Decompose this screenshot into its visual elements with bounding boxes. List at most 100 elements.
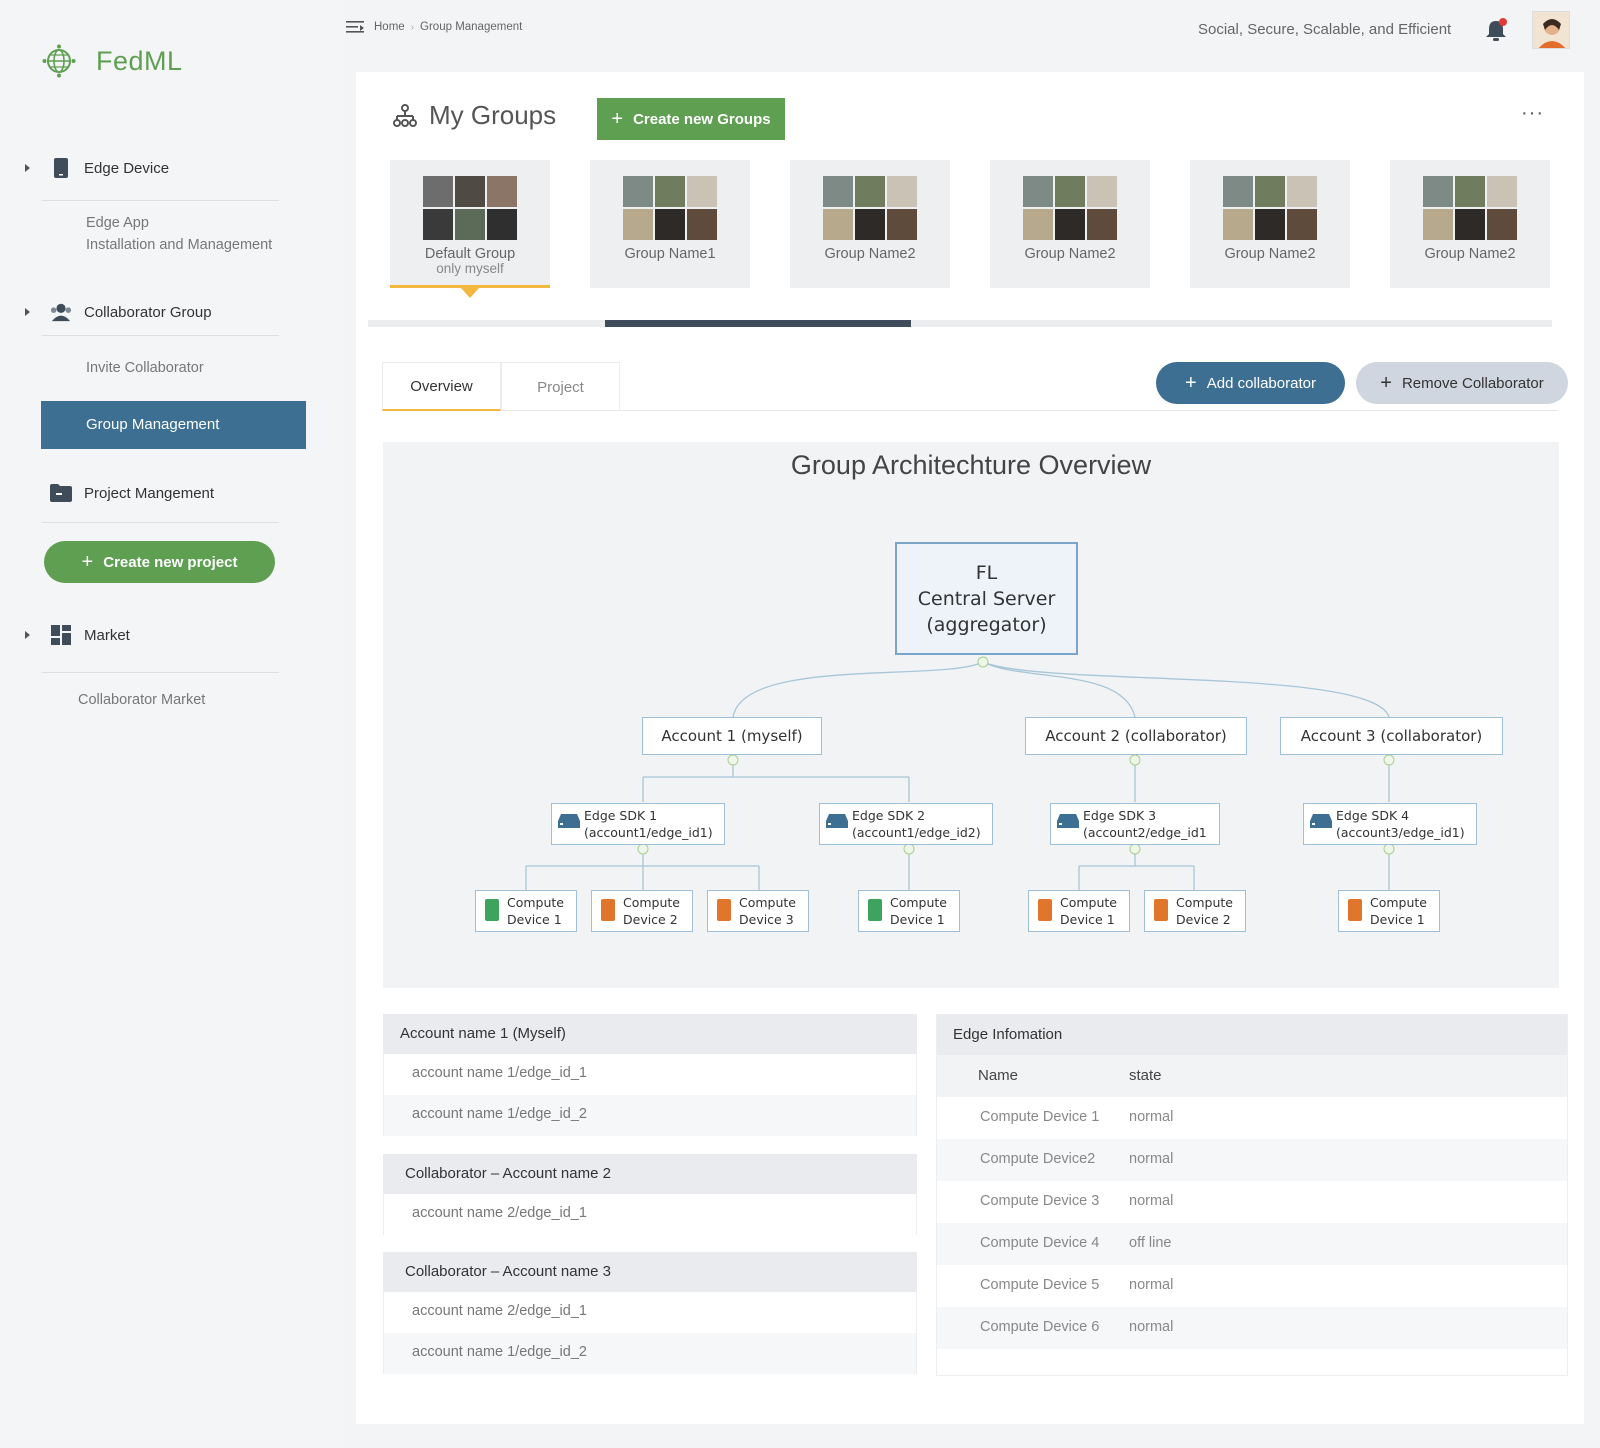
nav-market[interactable]: Market bbox=[25, 624, 130, 646]
group-name: Default Group bbox=[424, 246, 516, 262]
account-node[interactable]: Account 2 (collaborator) bbox=[1025, 717, 1247, 755]
button-label: Create new Groups bbox=[633, 110, 771, 128]
list-item[interactable]: account name 1/edge_id_2 bbox=[383, 1333, 917, 1374]
scrollbar-thumb[interactable] bbox=[605, 320, 911, 327]
breadcrumb-separator-icon: › bbox=[410, 21, 415, 33]
add-collaborator-button[interactable]: + Add collaborator bbox=[1156, 362, 1345, 404]
cell-state: normal bbox=[1129, 1193, 1174, 1209]
tab-overview[interactable]: Overview bbox=[382, 362, 501, 411]
list-item[interactable]: account name 1/edge_id_2 bbox=[383, 1095, 917, 1136]
node-label: Compute bbox=[739, 895, 797, 910]
expand-icon bbox=[25, 164, 30, 172]
menu-toggle-icon[interactable] bbox=[346, 20, 364, 41]
tab-project[interactable]: Project bbox=[501, 362, 620, 411]
nav-item-collaborator-market[interactable]: Collaborator Market bbox=[78, 689, 205, 711]
group-card[interactable]: Group Name2 bbox=[1190, 160, 1350, 288]
node-label: (account3/edge_id1) bbox=[1336, 825, 1465, 840]
list-item[interactable]: account name 2/edge_id_1 bbox=[383, 1292, 917, 1333]
node-label: Compute bbox=[1060, 895, 1118, 910]
group-card[interactable]: Group Name1 bbox=[590, 160, 750, 288]
compute-device-node[interactable]: Compute Device 1 bbox=[858, 890, 960, 932]
node-label: Central Server bbox=[917, 588, 1056, 610]
page-title: My Groups bbox=[429, 100, 557, 130]
app-name: FedML bbox=[96, 45, 183, 76]
horizontal-scrollbar[interactable] bbox=[368, 320, 1552, 327]
bell-icon[interactable] bbox=[1485, 18, 1507, 47]
group-card-default[interactable]: Default Group only myself bbox=[390, 160, 550, 298]
breadcrumb-home[interactable]: Home bbox=[374, 21, 405, 33]
nav-project-management[interactable]: Project Mangement bbox=[50, 482, 214, 504]
node-label: Edge SDK 1 bbox=[584, 808, 658, 823]
remove-collaborator-button[interactable]: + Remove Collaborator bbox=[1356, 362, 1568, 404]
group-card[interactable]: Group Name2 bbox=[990, 160, 1150, 288]
create-project-button[interactable]: + Create new project bbox=[44, 541, 275, 583]
ios-device-icon bbox=[717, 899, 731, 921]
edge-sdk-node[interactable]: Edge SDK 3 (account2/edge_id1 bbox=[1050, 803, 1220, 845]
node-label: (account2/edge_id1 bbox=[1083, 825, 1207, 840]
table-row[interactable]: Compute Device 5 normal bbox=[937, 1265, 1567, 1307]
nav-collaborator-group[interactable]: Collaborator Group bbox=[25, 301, 212, 323]
main-panel: My Groups + Create new Groups ··· Defaul… bbox=[356, 72, 1584, 1424]
table-row[interactable]: Compute Device 1 normal bbox=[937, 1097, 1567, 1139]
nav-label: Project Mangement bbox=[84, 484, 215, 502]
node-label: Device 1 bbox=[507, 912, 562, 927]
edge-sdk-node[interactable]: Edge SDK 1 (account1/edge_id1) bbox=[551, 803, 725, 845]
compute-device-node[interactable]: Compute Device 1 bbox=[475, 890, 577, 932]
nav-item-label: Group Management bbox=[86, 416, 220, 433]
ios-device-icon bbox=[1154, 899, 1168, 921]
group-thumbnail bbox=[1223, 176, 1317, 240]
logo[interactable]: FedML bbox=[42, 44, 183, 78]
node-label: Device 2 bbox=[1176, 912, 1231, 927]
org-chart-icon bbox=[393, 103, 417, 127]
nav-item-invite-collaborator[interactable]: Invite Collaborator bbox=[86, 357, 204, 379]
cell-name: Compute Device2 bbox=[980, 1151, 1096, 1167]
group-name: Group Name2 bbox=[1224, 246, 1316, 262]
compute-device-node[interactable]: Compute Device 1 bbox=[1028, 890, 1130, 932]
account-node[interactable]: Account 3 (collaborator) bbox=[1280, 717, 1503, 755]
cell-name: Compute Device 3 bbox=[980, 1193, 1100, 1209]
table-row[interactable]: Compute Device 6 normal bbox=[937, 1307, 1567, 1349]
node-label: Edge SDK 2 bbox=[852, 808, 926, 823]
nav-label: Collaborator Group bbox=[84, 303, 212, 321]
group-card[interactable]: Group Name2 bbox=[790, 160, 950, 288]
server-drive-icon bbox=[1057, 814, 1079, 828]
edge-sdk-node[interactable]: Edge SDK 4 (account3/edge_id1) bbox=[1303, 803, 1477, 845]
table-row[interactable]: Compute Device 3 normal bbox=[937, 1181, 1567, 1223]
node-label: Device 2 bbox=[623, 912, 678, 927]
edge-sdk-node[interactable]: Edge SDK 2 (account1/edge_id2) bbox=[819, 803, 993, 845]
table-title: Edge Infomation bbox=[937, 1015, 1567, 1055]
nav-item-group-management[interactable]: Group Management bbox=[41, 401, 306, 449]
account-node[interactable]: Account 1 (myself) bbox=[642, 717, 822, 755]
more-options-icon[interactable]: ··· bbox=[1521, 102, 1544, 125]
nav-item-label: Collaborator Market bbox=[78, 692, 206, 708]
folder-icon bbox=[50, 482, 72, 504]
globe-icon bbox=[42, 44, 76, 78]
edge-information-table: Edge Infomation Name state Compute Devic… bbox=[936, 1014, 1568, 1376]
compute-device-node[interactable]: Compute Device 3 bbox=[707, 890, 809, 932]
central-server-node[interactable]: FL Central Server (aggregator) bbox=[895, 542, 1078, 655]
divider bbox=[42, 200, 279, 201]
compute-device-node[interactable]: Compute Device 2 bbox=[591, 890, 693, 932]
list-item[interactable]: account name 1/edge_id_1 bbox=[383, 1054, 917, 1095]
compute-device-node[interactable]: Compute Device 2 bbox=[1144, 890, 1246, 932]
node-label: (account1/edge_id2) bbox=[852, 825, 981, 840]
account-group-header: Account name 1 (Myself) bbox=[383, 1014, 917, 1054]
cell-name: Compute Device 5 bbox=[980, 1277, 1100, 1293]
button-label: Remove Collaborator bbox=[1401, 374, 1544, 392]
node-label: Compute bbox=[1176, 895, 1234, 910]
nav-item-edge-app[interactable]: Edge App Installation and Management bbox=[86, 212, 272, 256]
table-row[interactable]: Compute Device2 normal bbox=[937, 1139, 1567, 1181]
list-item[interactable]: account name 2/edge_id_1 bbox=[383, 1194, 917, 1235]
group-thumbnail bbox=[423, 176, 517, 240]
expand-icon bbox=[25, 631, 30, 639]
create-groups-button[interactable]: + Create new Groups bbox=[597, 98, 785, 140]
nav-edge-device[interactable]: Edge Device bbox=[25, 157, 169, 179]
compute-device-node[interactable]: Compute Device 1 bbox=[1338, 890, 1440, 932]
table-row[interactable]: Compute Device 4 off line bbox=[937, 1223, 1567, 1265]
table-header: Name state bbox=[937, 1055, 1567, 1097]
node-label: Edge SDK 3 bbox=[1083, 808, 1157, 823]
avatar[interactable] bbox=[1532, 11, 1570, 49]
group-card[interactable]: Group Name2 bbox=[1390, 160, 1550, 288]
